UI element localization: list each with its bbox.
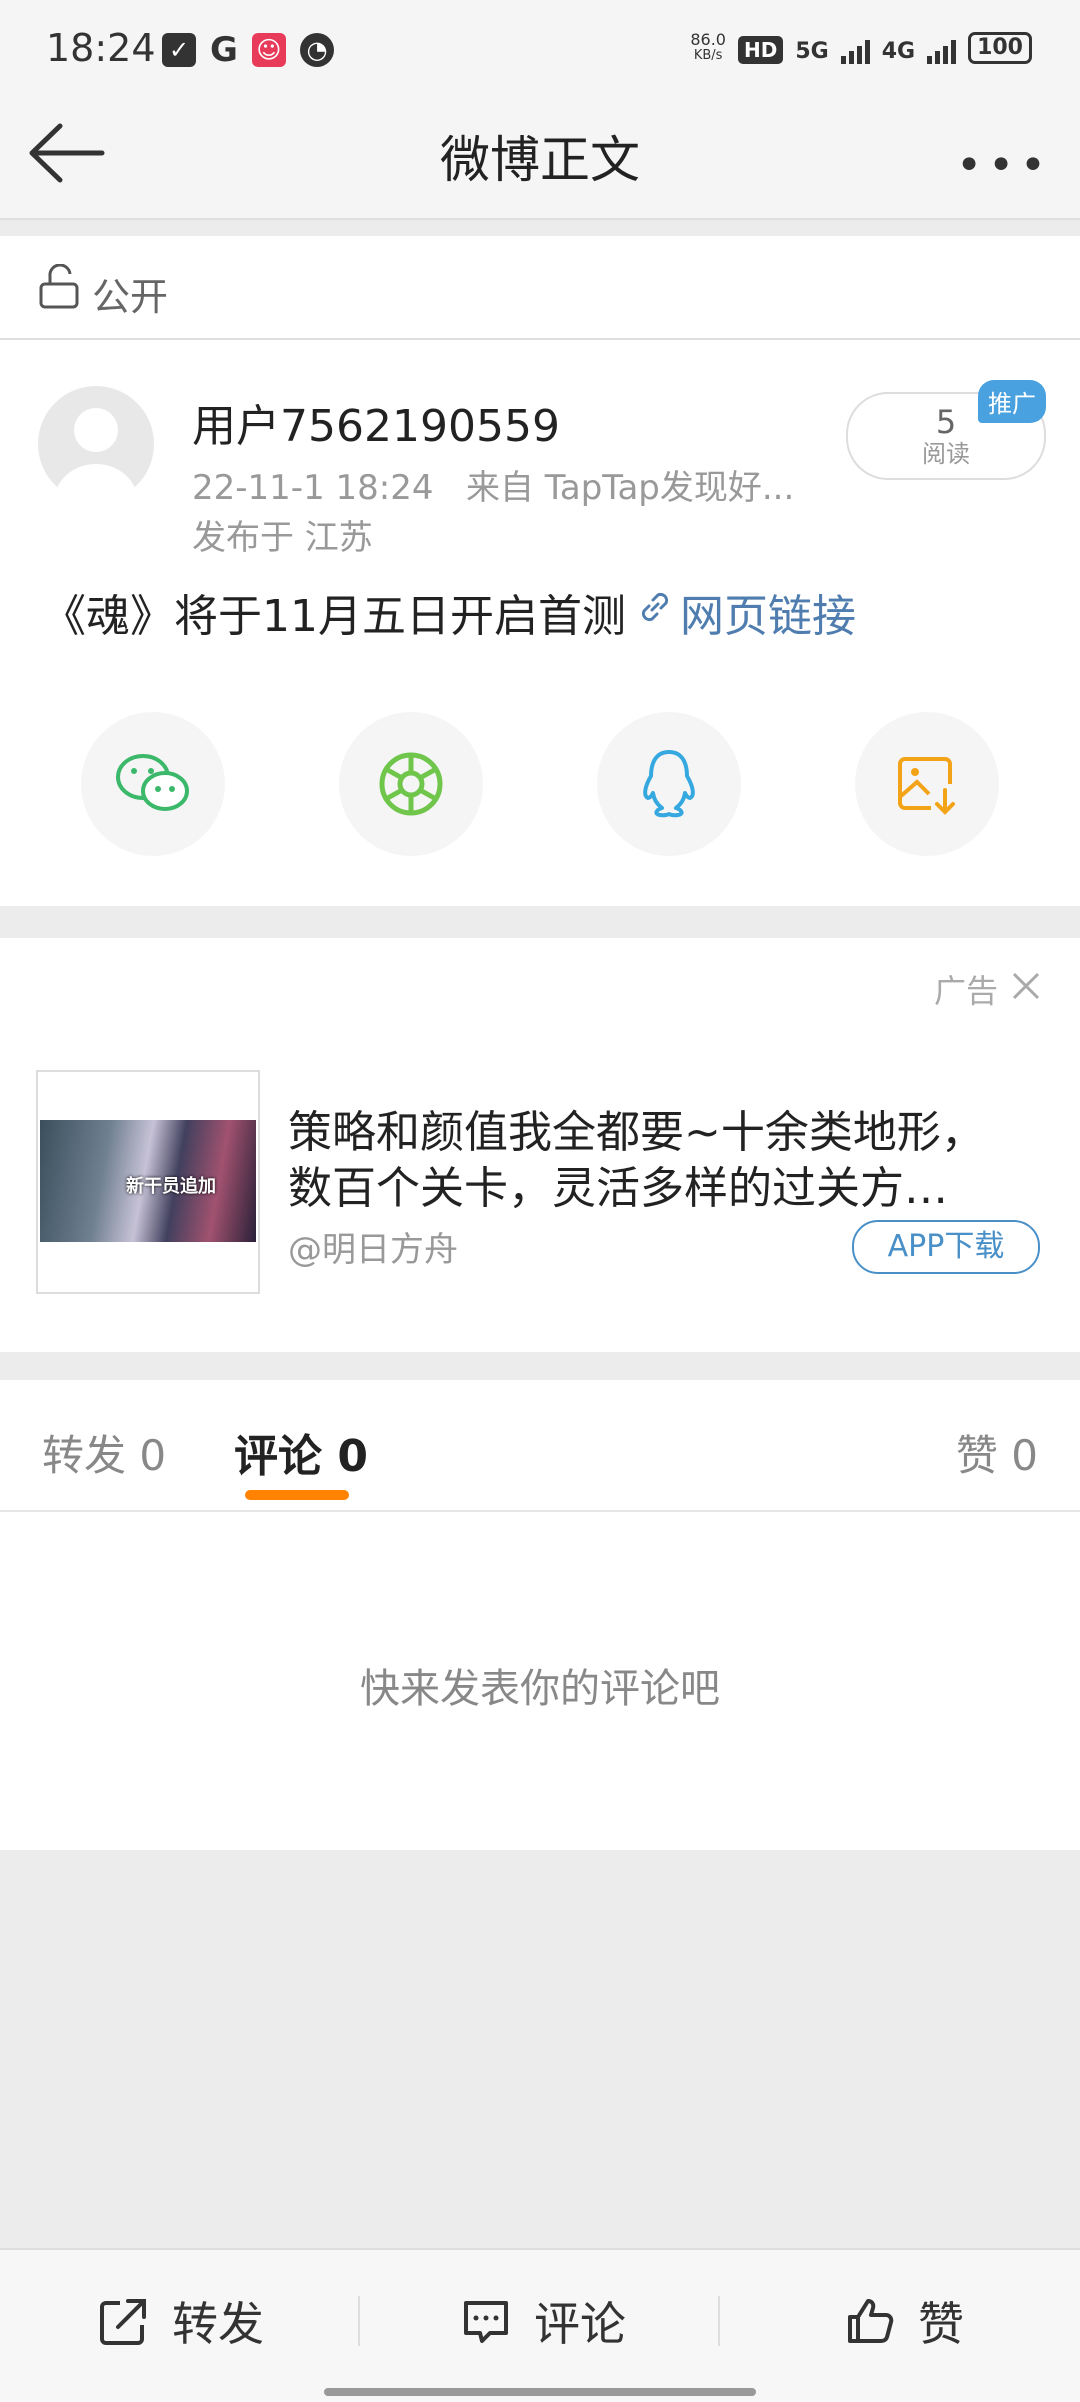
repost-button[interactable]: 转发 [98,2288,264,2354]
link-icon [641,592,669,622]
thumbs-up-icon [848,2299,894,2343]
divider [358,2296,360,2346]
battery-icon: 100 [968,32,1032,64]
ad-game-artwork: 新干员追加 [40,1120,256,1242]
status-right-icons: 86.0 KB/s HD 5G 4G 100 [690,32,1032,64]
ad-title-line-1[interactable]: 策略和颜值我全都要~十余类地形， [288,1096,1028,1160]
page-title: 微博正文 [440,131,640,189]
like-button[interactable]: 赞 [844,2288,964,2354]
google-icon: G [210,30,238,70]
network-5g-label: 5G [795,39,829,64]
visibility-label: 公开 [92,275,169,319]
comment-bubble-icon [464,2301,508,2343]
save-image-button[interactable] [855,712,999,856]
app-notification-icon: ☺ [251,33,286,67]
tab-repost[interactable]: 转发 0 [42,1422,166,1483]
save-image-icon [898,757,955,815]
unlock-icon [39,264,79,309]
signal-4g-icon [927,38,957,64]
ad-title-line-2[interactable]: 数百个关卡，灵活多样的过关方… [288,1152,1028,1216]
close-icon[interactable] [1010,970,1042,1002]
comment-label: 评论 [534,2297,626,2351]
comment-button[interactable]: 评论 [460,2288,626,2354]
network-speed: 86.0 KB/s [690,30,726,64]
more-options-button[interactable]: ••• [956,140,1052,191]
tab-comment[interactable]: 评论 0 [234,1420,368,1484]
read-label: 阅读 [922,440,970,468]
post-location: 发布于 江苏 [192,518,373,558]
signal-5g-icon [840,38,870,64]
active-tab-indicator [245,1490,349,1500]
ad-author[interactable]: @明日方舟 [288,1222,458,1271]
clipboard-check-icon: ✓ [162,33,196,67]
share-qq-button[interactable] [597,712,741,856]
post-text: 《魂》将于11月五日开启首测 [42,591,626,642]
share-moments-button[interactable] [339,712,483,856]
username[interactable]: 用户7562190559 [192,390,560,454]
network-4g-label: 4G [881,39,916,64]
share-arrow-icon [100,2299,146,2345]
empty-comments-text: 快来发表你的评论吧 [360,1666,720,1712]
share-wechat-button[interactable] [81,712,225,856]
like-label: 赞 [918,2297,964,2351]
post-time: 22-11-1 18:24 [192,468,434,508]
ad-label: 广告 [934,972,999,1010]
status-notification-icons: ✓ G ☺ ◔ [162,30,334,70]
app-download-button[interactable]: APP下载 [852,1220,1040,1274]
divider [718,2296,720,2346]
repost-label: 转发 [172,2297,264,2351]
promote-tag[interactable]: 推广 [978,380,1046,423]
more-dots-icon: ••• [956,140,1052,191]
ad-image[interactable]: 新干员追加 [36,1070,260,1294]
tab-like[interactable]: 赞 0 [956,1422,1038,1483]
post-meta: 22-11-1 18:24 来自 TapTap发现好... [192,460,794,509]
home-indicator[interactable] [324,2388,756,2396]
speedometer-icon: ◔ [299,33,334,67]
avatar[interactable] [38,386,154,502]
moments-icon [379,752,443,816]
post-source[interactable]: 来自 TapTap发现好... [466,468,794,508]
qq-icon [643,750,695,818]
default-avatar-icon [54,408,138,502]
status-time: 18:24 [46,26,156,70]
ad-image-caption: 新干员追加 [126,1176,216,1197]
hd-voice-badge: HD [737,36,784,64]
web-link[interactable]: 网页链接 [680,580,856,644]
wechat-icon [116,754,189,811]
